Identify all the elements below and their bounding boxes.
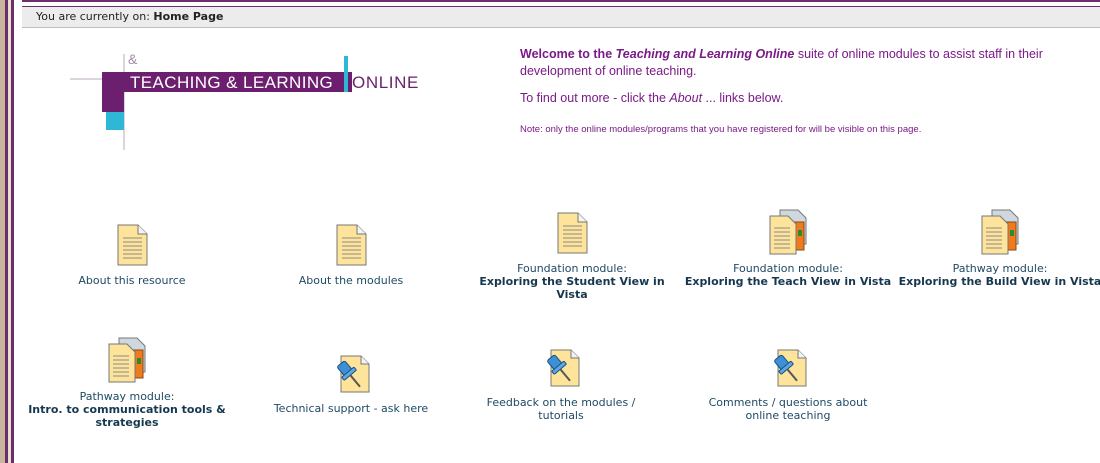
tile-label: About this resource (78, 274, 186, 287)
tile-pathway-build-view[interactable]: Pathway module: Exploring the Build View… (895, 208, 1100, 288)
welcome-note: Note: only the online modules/programs t… (520, 124, 922, 135)
tile-label: Comments / questions about online teachi… (708, 396, 868, 422)
tile-about-the-modules[interactable]: About the modules (246, 222, 456, 287)
logo-graphic: & TEACHING & LEARNING ONLINE (70, 51, 419, 150)
learning-module-icon (108, 337, 146, 383)
breadcrumb-prefix: You are currently on: (36, 10, 154, 23)
svg-text:TEACHING & LEARNING: TEACHING & LEARNING (130, 73, 333, 92)
pushpin-note-icon (337, 355, 370, 393)
left-decorative-rail (0, 0, 22, 463)
tile-label: Technical support - ask here (273, 402, 429, 415)
tile-label: Foundation module: (517, 262, 627, 275)
breadcrumb-current-page: Home Page (153, 10, 224, 23)
tile-label: Pathway module: (79, 390, 175, 403)
teaching-learning-online-logo: & TEACHING & LEARNING ONLINE (70, 46, 450, 150)
document-icon (557, 212, 588, 254)
tile-label: Foundation module: (733, 262, 843, 275)
document-icon (117, 224, 148, 266)
tile-label: About the modules (298, 274, 404, 287)
tile-label: Feedback on the modules / tutorials (486, 396, 636, 422)
tile-title: Exploring the Build View in Vista (898, 275, 1100, 288)
svg-text:ONLINE: ONLINE (352, 73, 419, 92)
pushpin-note-icon (774, 349, 807, 387)
tile-about-this-resource[interactable]: About this resource (27, 222, 237, 287)
tile-foundation-teach-view[interactable]: Foundation module: Exploring the Teach V… (683, 208, 893, 288)
tile-comments-online-teaching[interactable]: Comments / questions about online teachi… (683, 346, 893, 422)
tile-technical-support[interactable]: Technical support - ask here (246, 352, 456, 415)
svg-text:&: & (128, 51, 138, 67)
learning-module-icon (981, 209, 1019, 255)
tile-title: Exploring the Student View in Vista (479, 275, 665, 301)
breadcrumb: You are currently on: Home Page (22, 6, 1100, 28)
tile-title: Intro. to communication tools & strategi… (28, 403, 226, 429)
pushpin-note-icon (547, 349, 580, 387)
tile-label: Pathway module: (952, 262, 1048, 275)
tile-foundation-student-view[interactable]: Foundation module: Exploring the Student… (467, 210, 677, 301)
tile-title: Exploring the Teach View in Vista (684, 275, 892, 288)
tile-feedback-modules[interactable]: Feedback on the modules / tutorials (456, 346, 666, 422)
document-icon (336, 224, 367, 266)
welcome-intro: Welcome to the Teaching and Learning Onl… (520, 47, 1043, 78)
tile-pathway-communication-tools[interactable]: Pathway module: Intro. to communication … (22, 336, 232, 429)
learning-module-icon (769, 209, 807, 255)
welcome-about-hint: To find out more - click the About ... l… (520, 91, 784, 105)
welcome-panel: Welcome to the Teaching and Learning Onl… (520, 46, 1090, 138)
